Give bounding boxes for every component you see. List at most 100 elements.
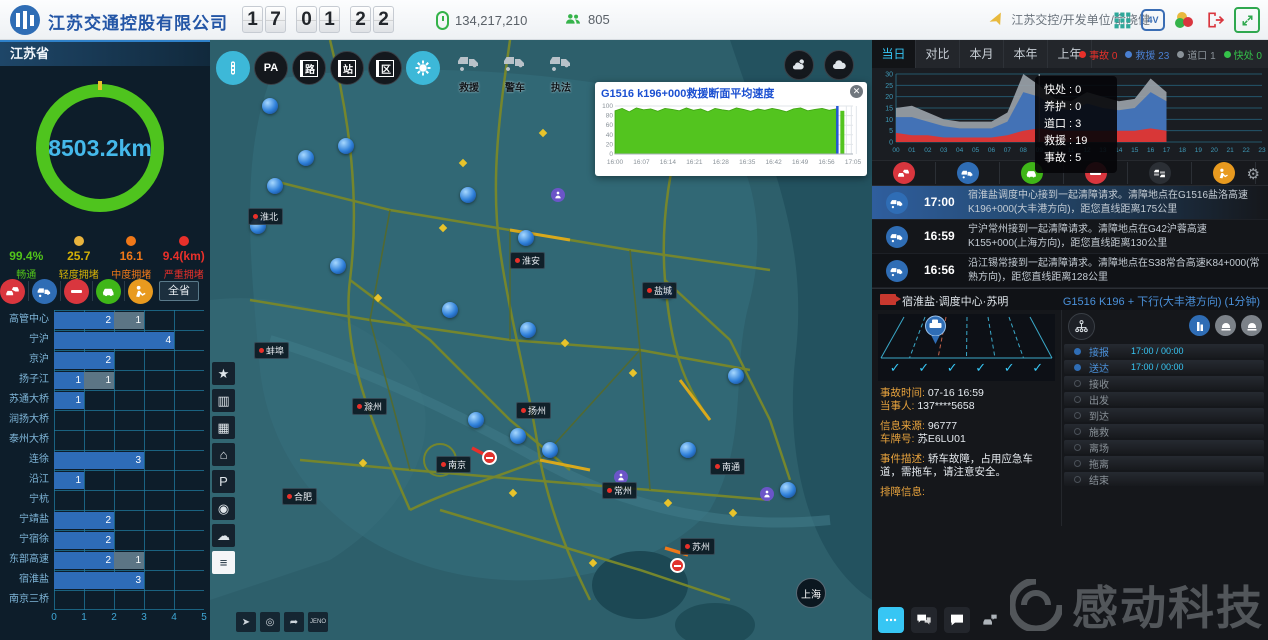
legend-item[interactable]: 快处 0 [1224, 47, 1262, 62]
tab-对比[interactable]: 对比 [916, 40, 960, 68]
cluster-marker[interactable] [267, 178, 283, 194]
dome-camera-icon[interactable] [1215, 315, 1236, 336]
accident-filter-icon[interactable] [0, 279, 25, 304]
cluster-marker[interactable] [728, 368, 744, 384]
map-tool-home[interactable]: ⌂ [212, 443, 235, 466]
event-row[interactable]: 17:00宿淮盐调度中心接到一起清障请求。清障地点在G1516盐洛高速K196+… [872, 186, 1268, 220]
control-filter-icon[interactable] [64, 279, 89, 304]
org-chart-icon[interactable] [1068, 313, 1095, 340]
vehicle-legend-item[interactable]: 救援 [452, 50, 486, 94]
message-bubble-icon[interactable] [944, 607, 970, 633]
map-label-shanghai[interactable]: 上海 [796, 578, 826, 608]
map-city-label[interactable]: 蚌埠 [254, 342, 289, 359]
cluster-marker[interactable] [780, 482, 796, 498]
cluster-marker[interactable] [298, 150, 314, 166]
map-tool-bar-chart[interactable]: ▥ [212, 389, 235, 412]
4v-badge[interactable]: 4V [1141, 9, 1165, 31]
map-tool-parking[interactable]: P [212, 470, 235, 493]
traffic-light-filter[interactable] [216, 51, 250, 85]
congestion-filter-icon[interactable] [1149, 162, 1171, 184]
patrol-person-marker[interactable] [551, 188, 565, 202]
workflow-step[interactable]: 出发 [1064, 392, 1264, 406]
mini-tool-camera[interactable]: ◎ [260, 612, 280, 632]
construction-filter-icon[interactable] [128, 279, 153, 304]
rescue-filter-icon[interactable] [957, 162, 979, 184]
map-city-label[interactable]: 南通 [710, 458, 745, 475]
road-closed-marker[interactable] [670, 558, 685, 573]
wechat-icon[interactable] [911, 607, 937, 633]
province-map[interactable]: 淮北淮安盐城蚌埠扬州滁州南京合肥南通常州苏州 PA 路 站 区 救援警车执法 G… [210, 40, 872, 640]
map-tool-column-chart[interactable]: ▦ [212, 416, 235, 439]
map-city-label[interactable]: 滁州 [352, 398, 387, 415]
vehicle-legend-item[interactable]: 警车 [498, 50, 532, 94]
apps-grid-icon[interactable] [1112, 10, 1132, 30]
map-tool-menu[interactable]: ≡ [212, 551, 235, 574]
area-sign-filter[interactable]: 区 [368, 51, 402, 85]
cluster-marker[interactable] [518, 230, 534, 246]
map-city-label[interactable]: 扬州 [516, 402, 551, 419]
cluster-marker[interactable] [262, 98, 278, 114]
map-tool-road-camera[interactable]: ◉ [212, 497, 235, 520]
legend-item[interactable]: 道口 1 [1177, 47, 1215, 62]
event-row[interactable]: 16:56沿江锡常接到一起清障请求。清障地点在S38常合高速K84+000(常熟… [872, 254, 1268, 288]
palette-icon[interactable] [1174, 10, 1196, 30]
cluster-marker[interactable] [520, 322, 536, 338]
workflow-step[interactable]: 到达 [1064, 408, 1264, 422]
legend-item[interactable]: 事故 0 [1079, 47, 1117, 62]
workflow-step[interactable]: 送达17:00 / 00:00 [1064, 360, 1264, 374]
map-city-label[interactable]: 合肥 [282, 488, 317, 505]
workflow-step[interactable]: 拖离 [1064, 456, 1264, 470]
workflow-step[interactable]: 接收 [1064, 376, 1264, 390]
map-city-label[interactable]: 南京 [436, 456, 471, 473]
station-sign-filter[interactable]: 站 [330, 51, 364, 85]
vehicle-legend-item[interactable]: 执法 [544, 50, 578, 94]
construction-filter-icon[interactable] [1213, 162, 1235, 184]
map-city-label[interactable]: 盐城 [642, 282, 677, 299]
map-city-label[interactable]: 苏州 [680, 538, 715, 555]
all-province-button[interactable]: 全省 [159, 281, 199, 301]
quick-clear-filter-icon[interactable] [96, 279, 121, 304]
map-tool-star[interactable]: ★ [212, 362, 235, 385]
cluster-marker[interactable] [442, 302, 458, 318]
patrol-person-marker[interactable] [760, 487, 774, 501]
tab-本年[interactable]: 本年 [1004, 40, 1048, 68]
settings-gear-icon[interactable]: ⚙ [1247, 165, 1260, 183]
event-row[interactable]: 16:59宁沪常州接到一起清障请求。清障地点在G42沪蓉高速K155+000(上… [872, 220, 1268, 254]
speed-popup[interactable]: G1516 k196+000救援断面平均速度 ✕ 02040608010016:… [595, 82, 867, 176]
workflow-step[interactable]: 离场 [1064, 440, 1264, 454]
car-message-icon[interactable] [977, 607, 1003, 633]
weather-cloud-sun-icon[interactable] [784, 50, 814, 80]
detail-location[interactable]: G1516 K196 + 下行(大丰港方向) (1分钟) [1063, 293, 1260, 309]
rescue-filter-icon[interactable] [32, 279, 57, 304]
workflow-step[interactable]: 接报17:00 / 00:00 [1064, 344, 1264, 358]
cluster-marker[interactable] [338, 138, 354, 154]
mini-tool-send[interactable]: ➤ [236, 612, 256, 632]
map-city-label[interactable]: 淮北 [248, 208, 283, 225]
chat-icon[interactable] [878, 607, 904, 633]
unit-icon[interactable] [1189, 315, 1210, 336]
tab-本月[interactable]: 本月 [960, 40, 1004, 68]
workflow-step[interactable]: 施救 [1064, 424, 1264, 438]
logout-icon[interactable] [1205, 10, 1225, 30]
road-closed-marker[interactable] [482, 450, 497, 465]
cluster-marker[interactable] [510, 428, 526, 444]
fullscreen-icon[interactable] [1234, 7, 1260, 33]
cluster-marker[interactable] [680, 442, 696, 458]
popup-close-icon[interactable]: ✕ [850, 85, 863, 98]
cluster-marker[interactable] [460, 187, 476, 203]
map-city-label[interactable]: 淮安 [510, 252, 545, 269]
camera-filter[interactable]: PA [254, 51, 288, 85]
weather-cloud-icon[interactable] [824, 50, 854, 80]
map-city-label[interactable]: 常州 [602, 482, 637, 499]
weather-layer-button[interactable] [406, 51, 440, 85]
workflow-step[interactable]: 结束 [1064, 472, 1264, 486]
tab-当日[interactable]: 当日 [872, 40, 916, 68]
mini-tool-arrow[interactable]: ➦ [284, 612, 304, 632]
mini-tool-jeno[interactable]: JENO [308, 612, 328, 632]
legend-item[interactable]: 救援 23 [1125, 47, 1169, 62]
cluster-marker[interactable] [542, 442, 558, 458]
accident-filter-icon[interactable] [893, 162, 915, 184]
map-tool-cloud[interactable]: ☁ [212, 524, 235, 547]
cluster-marker[interactable] [468, 412, 484, 428]
dome-camera-icon[interactable] [1241, 315, 1262, 336]
